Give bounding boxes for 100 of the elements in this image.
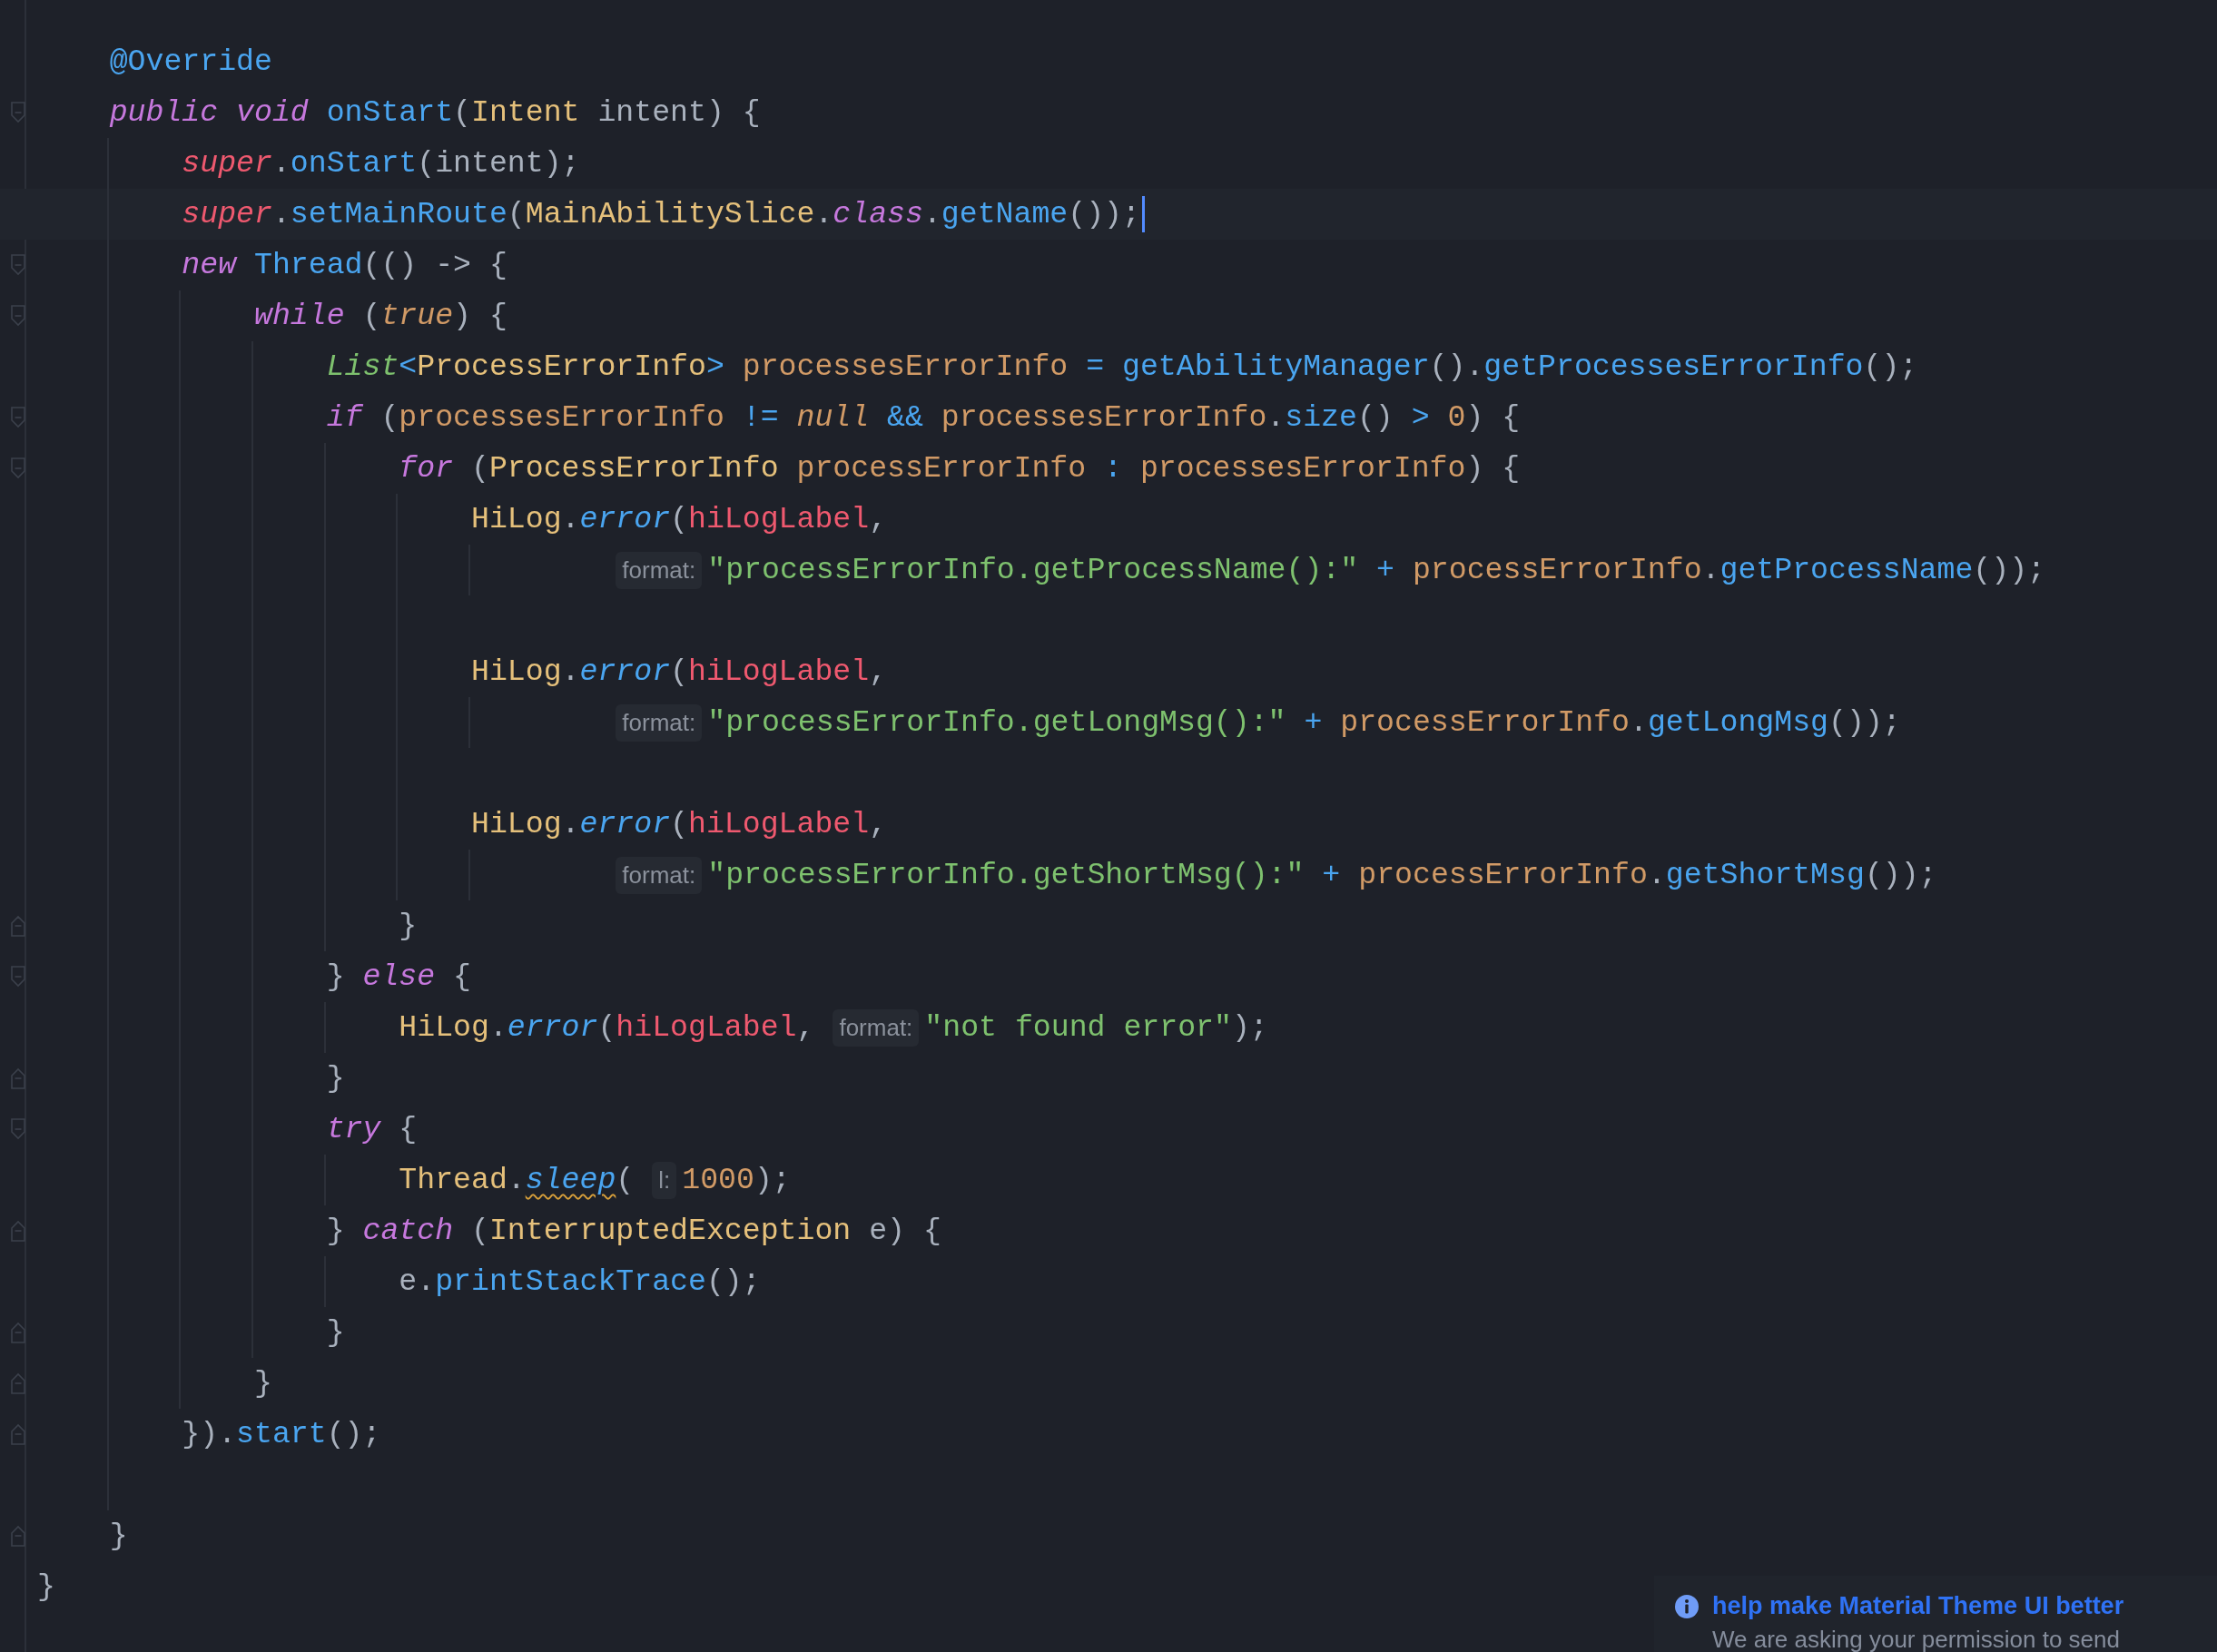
type-name: HiLog	[470, 654, 562, 689]
code-text: ,	[796, 1010, 815, 1045]
notification-title[interactable]: help make Material Theme UI better	[1712, 1592, 2124, 1620]
code-text: (	[361, 299, 381, 333]
code-text: (	[670, 807, 688, 841]
type-name: ProcessErrorInfo	[417, 349, 706, 384]
code-text: ());	[1973, 553, 2046, 587]
fold-expand-icon[interactable]	[9, 1371, 27, 1396]
fold-expand-icon[interactable]	[9, 913, 27, 939]
variable-name: processesErrorInfo	[399, 400, 724, 435]
string-literal: "not found error"	[924, 1010, 1232, 1045]
function-name: getName	[941, 197, 1069, 231]
fold-expand-icon[interactable]	[9, 1320, 27, 1345]
operator-text: =	[1085, 349, 1105, 384]
fold-collapse-icon[interactable]	[9, 303, 27, 329]
type-name: InterruptedException	[488, 1214, 852, 1248]
fold-expand-icon[interactable]	[9, 1523, 27, 1549]
code-text: ();	[1863, 349, 1918, 384]
function-name: Thread	[252, 248, 363, 282]
variable-name: processesErrorInfo	[940, 400, 1267, 435]
code-text: .	[271, 197, 291, 231]
function-name: getAbilityManager	[1120, 349, 1430, 384]
code-text: {	[452, 959, 471, 994]
code-text: }	[37, 1569, 55, 1604]
code-text: }	[326, 1214, 346, 1248]
fold-collapse-icon[interactable]	[9, 1116, 27, 1142]
variable-name: processErrorInfo	[1339, 705, 1630, 740]
code-text: }	[109, 1519, 128, 1553]
operator-text: &&	[886, 400, 923, 435]
method-name: error	[579, 807, 671, 841]
operator-text: >	[1410, 400, 1430, 435]
string-literal: "processErrorInfo.getLongMsg():"	[707, 705, 1286, 740]
code-text: ().	[1429, 349, 1484, 384]
code-text: }	[399, 909, 418, 943]
keyword-text: try	[326, 1112, 381, 1146]
keyword-text: void	[235, 95, 309, 130]
function-name: onStart	[290, 146, 418, 181]
text-cursor	[1141, 196, 1145, 232]
parameter-hint: l:	[652, 1161, 677, 1199]
code-text: .	[1266, 400, 1286, 435]
code-text: (	[670, 654, 688, 689]
keyword-text: if	[326, 400, 363, 435]
operator-text: +	[1303, 705, 1323, 740]
code-text: .	[561, 807, 580, 841]
keyword-text: super	[182, 197, 272, 231]
function-name: setMainRoute	[290, 197, 507, 231]
method-name: sleep	[525, 1163, 616, 1197]
operator-text: <	[399, 349, 418, 384]
function-name: getShortMsg	[1665, 858, 1865, 892]
code-text: }	[254, 1366, 272, 1401]
function-name: printStackTrace	[435, 1264, 706, 1299]
code-text: (	[453, 95, 471, 130]
function-name: start	[236, 1417, 327, 1451]
fold-collapse-icon[interactable]	[9, 964, 27, 989]
fold-collapse-icon[interactable]	[9, 252, 27, 278]
string-literal: "processErrorInfo.getShortMsg():"	[707, 858, 1305, 892]
code-text: (	[470, 1214, 489, 1248]
code-text: ();	[705, 1264, 761, 1299]
code-text: ,	[869, 654, 888, 689]
fold-expand-icon[interactable]	[9, 1421, 27, 1447]
code-text: (	[379, 400, 399, 435]
code-text: ) {	[1465, 451, 1521, 486]
function-name: size	[1285, 400, 1357, 435]
code-text: ());	[1068, 197, 1140, 231]
type-name: HiLog	[470, 502, 562, 536]
annotation-text: @Override	[109, 44, 272, 79]
code-text: .	[271, 146, 291, 181]
keyword-text: super	[182, 146, 272, 181]
field-name: hiLogLabel	[688, 502, 870, 536]
notification-message: We are asking your permission to send	[1712, 1626, 2121, 1652]
function-name: getProcessName	[1719, 553, 1974, 587]
code-text: ());	[1864, 858, 1937, 892]
keyword-text: catch	[362, 1214, 454, 1248]
parameter-hint: format:	[616, 703, 703, 742]
code-text: (	[597, 1010, 616, 1045]
type-name: List	[326, 349, 399, 384]
code-text: ) {	[1465, 400, 1521, 435]
fold-expand-icon[interactable]	[9, 1066, 27, 1091]
code-text: .	[814, 197, 833, 231]
code-text: e.	[399, 1264, 436, 1299]
fold-collapse-icon[interactable]	[9, 456, 27, 481]
fold-collapse-icon[interactable]	[9, 100, 27, 125]
keyword-text: public	[109, 95, 219, 130]
number-literal: 0	[1446, 400, 1466, 435]
operator-text: +	[1375, 553, 1395, 587]
code-text: );	[1231, 1010, 1268, 1045]
code-text: .	[1701, 553, 1720, 587]
code-text: intent) {	[596, 95, 761, 130]
type-name: HiLog	[399, 1010, 489, 1045]
keyword-text: while	[254, 299, 345, 333]
fold-collapse-icon[interactable]	[9, 405, 27, 430]
keyword-text: else	[362, 959, 436, 994]
code-text: .	[1647, 858, 1666, 892]
code-text: ) {	[453, 299, 507, 333]
keyword-text: class	[833, 197, 923, 231]
code-text: }).	[182, 1417, 237, 1451]
constant-text: null	[795, 400, 870, 435]
fold-expand-icon[interactable]	[9, 1218, 27, 1244]
type-name: Thread	[399, 1163, 507, 1197]
operator-text: >	[705, 349, 724, 384]
